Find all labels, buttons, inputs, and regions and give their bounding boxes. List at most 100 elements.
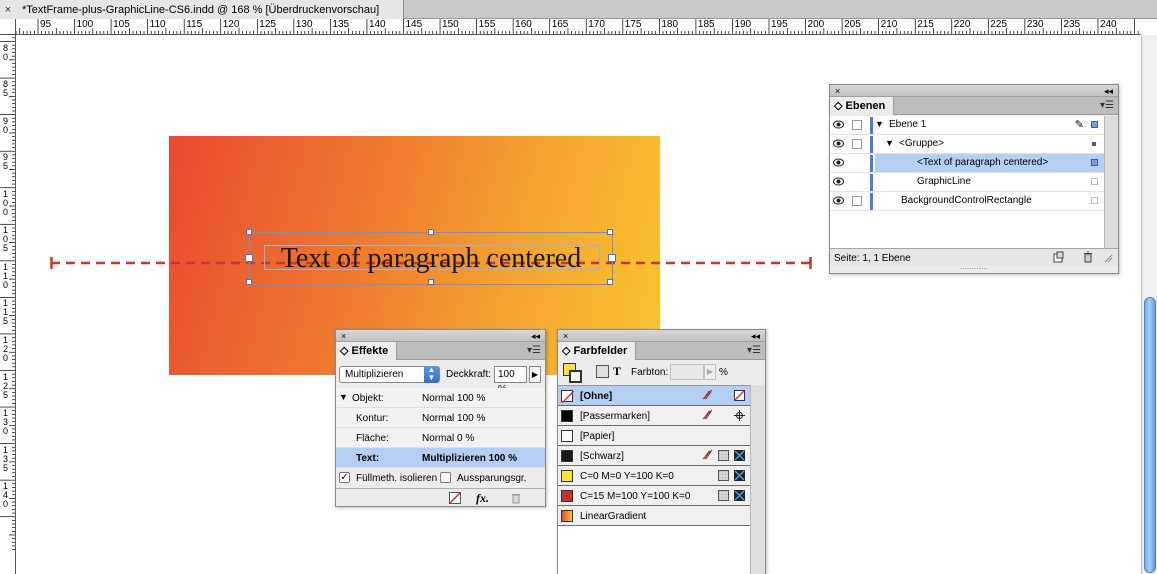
- effects-target-row[interactable]: Fläche: Normal 0 %: [336, 428, 545, 448]
- document-tab[interactable]: × *TextFrame-plus-GraphicLine-CS6.indd @…: [0, 0, 404, 19]
- selection-target-icon[interactable]: [1091, 159, 1098, 166]
- layer-name-area[interactable]: ▼ <Gruppe>: [875, 135, 1104, 153]
- lock-toggle[interactable]: [852, 139, 862, 149]
- eye-icon[interactable]: [833, 177, 845, 189]
- formatting-affects-text-icon[interactable]: T: [613, 364, 621, 379]
- resize-handle-top-left[interactable]: [246, 229, 252, 235]
- tab-effekte[interactable]: ◇ Effekte: [336, 342, 398, 360]
- blend-mode-select[interactable]: Multiplizieren ▲ ▼: [339, 366, 440, 383]
- layer-row[interactable]: ▼ <Gruppe>: [830, 135, 1104, 154]
- ruler-origin[interactable]: [0, 19, 16, 35]
- swatches-panel-titlebar[interactable]: × ◂◂: [558, 330, 765, 342]
- opacity-slider-arrow-icon[interactable]: ▶: [529, 366, 541, 383]
- layer-name-area[interactable]: GraphicLine: [875, 173, 1104, 191]
- collapse-icon[interactable]: ◂◂: [531, 330, 540, 342]
- swatch-row[interactable]: [Passermarken]: [558, 406, 750, 426]
- select-arrows-icon: ▲ ▼: [424, 366, 439, 383]
- knockout-group-checkbox[interactable]: [440, 472, 451, 483]
- swatch-row[interactable]: C=0 M=0 Y=100 K=0: [558, 466, 750, 486]
- layer-row[interactable]: ▼ Ebene 1 ✎: [830, 116, 1104, 135]
- effects-panel: × ◂◂ ◇ Effekte ▾☰ Multiplizieren ▲ ▼ Deck…: [335, 329, 546, 507]
- swatch-row[interactable]: C=15 M=100 Y=100 K=0: [558, 486, 750, 506]
- ruler-label: 160: [515, 19, 532, 30]
- out-port-handle[interactable]: [608, 254, 616, 262]
- effects-target-row[interactable]: Text: Multiplizieren 100 %: [336, 448, 545, 468]
- opacity-input[interactable]: 100 %: [494, 366, 527, 395]
- effects-target-label: Text:: [356, 453, 380, 464]
- effects-target-value: Multiplizieren 100 %: [422, 453, 518, 464]
- resize-handle-bottom[interactable]: [428, 279, 434, 285]
- resize-handle-bottom-left[interactable]: [246, 279, 252, 285]
- trash-icon[interactable]: [510, 492, 522, 507]
- resize-handle-top-right[interactable]: [607, 229, 613, 235]
- vertical-scrollbar[interactable]: [1141, 35, 1157, 574]
- selection-target-icon[interactable]: [1091, 178, 1098, 185]
- eye-icon[interactable]: [833, 158, 845, 170]
- effects-target-list: ▼ Objekt: Normal 100 % Kontur: Normal 100 % F…: [336, 388, 545, 468]
- panel-resize-handle[interactable]: ⋯⋯⋯⋯: [830, 266, 1118, 274]
- vertical-scrollbar-thumb[interactable]: [1144, 297, 1156, 573]
- disclosure-triangle-icon[interactable]: ▼: [875, 119, 884, 129]
- layer-list: ▼ Ebene 1 ✎ ▼ <Gruppe> <Text of paragraph cen…: [830, 116, 1104, 248]
- swatch-row[interactable]: LinearGradient: [558, 506, 750, 526]
- layers-panel-titlebar[interactable]: × ◂◂: [830, 85, 1118, 97]
- stroke-swatch[interactable]: [569, 370, 582, 383]
- resize-handle-top[interactable]: [428, 229, 434, 235]
- layers-scrollbar[interactable]: [1104, 116, 1118, 248]
- collapse-icon[interactable]: ◂◂: [751, 330, 760, 342]
- swatch-row[interactable]: [Schwarz]: [558, 446, 750, 466]
- layer-name-area[interactable]: <Text of paragraph centered>: [875, 154, 1104, 172]
- selection-target-icon[interactable]: [1092, 142, 1096, 146]
- close-icon[interactable]: ×: [0, 4, 16, 16]
- swatches-scrollbar[interactable]: [750, 385, 765, 574]
- text-frame[interactable]: Text of paragraph centered: [245, 229, 616, 285]
- effects-target-label: Kontur:: [356, 413, 389, 424]
- eye-icon[interactable]: [833, 196, 845, 208]
- disclosure-triangle-icon[interactable]: ▼: [885, 138, 894, 148]
- layer-name: Ebene 1: [889, 119, 927, 130]
- swatch-row[interactable]: [Ohne]: [558, 386, 750, 406]
- fill-stroke-selector[interactable]: [563, 363, 583, 383]
- resize-handle-bottom-right[interactable]: [607, 279, 613, 285]
- lock-toggle[interactable]: [852, 196, 862, 206]
- tint-slider-arrow-icon[interactable]: ▶: [704, 364, 716, 380]
- ruler-label: 170: [588, 19, 605, 30]
- trash-icon[interactable]: [1082, 251, 1094, 266]
- vertical-ruler[interactable]: 80 85 90 95 100 105 110 115 120 125 130 135 140: [0, 35, 16, 574]
- selection-target-icon[interactable]: [1091, 197, 1098, 204]
- layer-row[interactable]: <Text of paragraph centered>: [830, 154, 1104, 173]
- panel-menu-icon[interactable]: ▾☰: [747, 345, 761, 356]
- disclosure-triangle-icon[interactable]: ▼: [339, 392, 348, 402]
- tab-ebenen[interactable]: ◇ Ebenen: [830, 97, 895, 115]
- effects-target-row[interactable]: Kontur: Normal 100 %: [336, 408, 545, 428]
- swatch-row[interactable]: [Papier]: [558, 426, 750, 446]
- horizontal-ruler[interactable]: 95 100 105 110 115 120 125 130 135 140 145 150 155 16…: [16, 19, 1141, 35]
- eye-icon[interactable]: [833, 120, 845, 132]
- selection-target-icon[interactable]: [1091, 121, 1098, 128]
- close-icon[interactable]: ×: [341, 330, 346, 342]
- lock-toggle[interactable]: [852, 120, 862, 130]
- new-layer-icon[interactable]: [1052, 251, 1064, 266]
- effects-target-row[interactable]: ▼ Objekt: Normal 100 %: [336, 388, 545, 408]
- close-icon[interactable]: ×: [835, 85, 840, 97]
- resize-grip-icon[interactable]: [1103, 253, 1113, 266]
- clear-effects-icon[interactable]: [449, 492, 461, 507]
- close-icon[interactable]: ×: [563, 330, 568, 342]
- panel-menu-icon[interactable]: ▾☰: [1100, 100, 1114, 111]
- layer-name-area[interactable]: ▼ Ebene 1 ✎: [875, 116, 1104, 134]
- effects-panel-titlebar[interactable]: × ◂◂: [336, 330, 545, 342]
- layer-name-area[interactable]: BackgroundControlRectangle: [875, 192, 1104, 210]
- formatting-affects-container-icon[interactable]: [596, 365, 609, 378]
- isolate-blending-checkbox[interactable]: ✓: [339, 472, 350, 483]
- ruler-label: 135: [2, 444, 8, 473]
- collapse-icon[interactable]: ◂◂: [1104, 85, 1113, 97]
- layer-row[interactable]: BackgroundControlRectangle: [830, 192, 1104, 211]
- tint-input[interactable]: [670, 364, 704, 380]
- eye-icon[interactable]: [833, 139, 845, 151]
- panel-menu-icon[interactable]: ▾☰: [527, 345, 541, 356]
- fx-icon[interactable]: fx.: [476, 491, 489, 506]
- tab-farbfelder[interactable]: ◇ Farbfelder: [558, 342, 637, 360]
- in-port-handle[interactable]: [245, 254, 253, 262]
- paragraph-text[interactable]: Text of paragraph centered: [250, 245, 612, 273]
- layer-row[interactable]: GraphicLine: [830, 173, 1104, 192]
